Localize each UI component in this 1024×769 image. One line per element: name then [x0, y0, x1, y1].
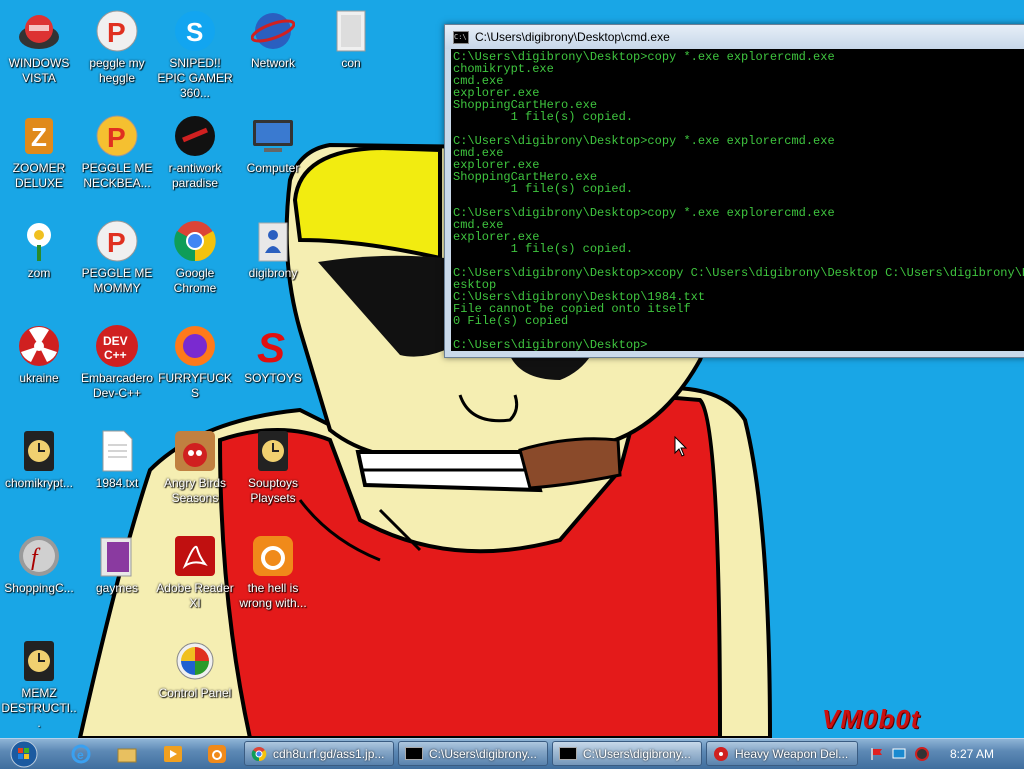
desktop-icon-shoppingcart[interactable]: f ShoppingC...: [0, 533, 78, 596]
mouse-cursor-icon: [674, 436, 688, 457]
zoomer-deluxe-icon: Z: [16, 113, 62, 159]
adobe-reader-icon: [172, 533, 218, 579]
file-icon: [328, 8, 374, 54]
exe-clock-icon: [250, 428, 296, 474]
quicklaunch-ie[interactable]: e: [68, 742, 94, 766]
desktop-icon-computer[interactable]: Computer: [234, 113, 312, 176]
firefox-icon: [172, 323, 218, 369]
peggle-icon: P: [94, 8, 140, 54]
dev-cpp-icon: DEV C++: [94, 323, 140, 369]
angry-birds-icon: [172, 428, 218, 474]
desktop-icon-peggle-me-mommy[interactable]: P PEGGLE ME MOMMY: [78, 218, 156, 296]
desktop-icon-angry-birds[interactable]: Angry Birds Seasons: [156, 428, 234, 506]
radiation-icon: [16, 323, 62, 369]
exe-clock-icon: [16, 428, 62, 474]
task-chrome[interactable]: cdh8u.rf.gd/ass1.jp...: [244, 741, 394, 766]
cmd-icon: [559, 747, 577, 760]
radiation-icon: [714, 746, 728, 761]
soytoys-s-icon: S: [250, 323, 296, 369]
desktop-icon-zom[interactable]: zom: [0, 218, 78, 281]
exe-clock-icon: [16, 638, 62, 684]
svg-text:C++: C++: [104, 348, 127, 362]
uc-browser-icon: [208, 745, 226, 763]
desktop-icon-chomikrypt[interactable]: chomikrypt...: [0, 428, 78, 491]
desktop-icon-sniped[interactable]: S SNIPED!! EPIC GAMER 360...: [156, 8, 234, 101]
desktop-icon-adobe-reader[interactable]: Adobe Reader XI: [156, 533, 234, 611]
svg-text:S: S: [257, 324, 285, 368]
control-panel-icon: [172, 638, 218, 684]
svg-text:P: P: [107, 227, 126, 258]
media-player-icon: [164, 746, 182, 762]
cmd-console-output[interactable]: C:\Users\digibrony\Desktop>copy *.exe ex…: [451, 49, 1024, 351]
svg-text:e: e: [77, 748, 84, 762]
desktop-icon-windows-vista[interactable]: WINDOWS VISTA: [0, 8, 78, 86]
desktop-icon-furryfucks[interactable]: FURRYFUCKS: [156, 323, 234, 401]
cmd-window[interactable]: C:\ C:\Users\digibrony\Desktop\cmd.exe C…: [444, 24, 1024, 358]
user-folder-icon: [250, 218, 296, 264]
desktop-icon-r-antiwork[interactable]: r-antiwork paradise: [156, 113, 234, 191]
quicklaunch-uc[interactable]: [204, 742, 230, 766]
network-tray-icon[interactable]: [892, 747, 906, 761]
desktop-icon-con[interactable]: con: [312, 8, 390, 71]
quicklaunch-explorer[interactable]: [114, 742, 140, 766]
flash-icon: f: [16, 533, 62, 579]
desktop-icon-control-panel[interactable]: Control Panel: [156, 638, 234, 701]
desktop-icon-dev-cpp[interactable]: DEV C++ Embarcadero Dev-C++: [78, 323, 156, 401]
task-heavy-weapon[interactable]: Heavy Weapon Del...: [706, 741, 858, 766]
volume-icon[interactable]: [914, 746, 930, 762]
cmd-icon: C:\: [453, 30, 469, 44]
skype-icon: S: [172, 8, 218, 54]
svg-text:P: P: [107, 17, 126, 48]
watermark-text: VM0b0t: [822, 704, 921, 734]
peggle-icon: P: [94, 113, 140, 159]
chrome-icon: [251, 746, 267, 761]
network-globe-icon: [250, 8, 296, 54]
windows-orb-icon: [10, 740, 38, 768]
task-cmd-1[interactable]: C:\Users\digibrony...: [398, 741, 548, 766]
folder-icon: [117, 748, 137, 763]
start-button[interactable]: [4, 740, 44, 768]
desktop-icon-digibrony[interactable]: digibrony: [234, 218, 312, 281]
internet-explorer-icon: e: [71, 744, 91, 764]
desktop-icon-google-chrome[interactable]: Google Chrome: [156, 218, 234, 296]
task-cmd-2[interactable]: C:\Users\digibrony...: [552, 741, 702, 766]
computer-icon: [250, 113, 296, 159]
antiwork-icon: [172, 113, 218, 159]
desktop-icon-peggle-me-neckbea[interactable]: P PEGGLE ME NECKBEA...: [78, 113, 156, 191]
flag-icon[interactable]: [870, 747, 884, 761]
chrome-icon: [172, 218, 218, 264]
svg-text:S: S: [186, 17, 203, 47]
cmd-icon: [405, 747, 423, 760]
desktop-icon-ukraine[interactable]: ukraine: [0, 323, 78, 386]
desktop-icon-zoomer-deluxe[interactable]: Z ZOOMER DELUXE: [0, 113, 78, 191]
folder-icon: [94, 533, 140, 579]
taskbar-clock[interactable]: 8:27 AM: [950, 747, 994, 761]
desktop-icon-souptoys[interactable]: Souptoys Playsets: [234, 428, 312, 506]
cmd-title: C:\Users\digibrony\Desktop\cmd.exe: [475, 30, 670, 44]
desktop-icon-soytoys[interactable]: S SOYTOYS: [234, 323, 312, 386]
windows-vista-icon: [16, 8, 62, 54]
desktop-icon-the-hell[interactable]: the hell is wrong with...: [234, 533, 312, 611]
svg-text:P: P: [107, 122, 126, 153]
desktop-icon-memz[interactable]: MEMZ DESTRUCTI...: [0, 638, 78, 731]
svg-text:DEV: DEV: [103, 334, 128, 348]
cmd-titlebar[interactable]: C:\ C:\Users\digibrony\Desktop\cmd.exe: [445, 25, 1024, 49]
uc-browser-icon: [250, 533, 296, 579]
quicklaunch-media[interactable]: [160, 742, 186, 766]
desktop-icon-network[interactable]: Network: [234, 8, 312, 71]
svg-text:Z: Z: [31, 122, 47, 152]
desktop-icon-gaymes[interactable]: gaymes: [78, 533, 156, 596]
desktop-icon-peggle-my-heggle[interactable]: P peggle my heggle: [78, 8, 156, 86]
taskbar: e cdh8u.rf.gd/ass1.jp... C:\Users\digibr…: [0, 738, 1024, 769]
peggle-icon: P: [94, 218, 140, 264]
system-tray: [862, 739, 1024, 769]
desktop-icon-1984-txt[interactable]: 1984.txt: [78, 428, 156, 491]
text-file-icon: [94, 428, 140, 474]
flower-icon: [16, 218, 62, 264]
